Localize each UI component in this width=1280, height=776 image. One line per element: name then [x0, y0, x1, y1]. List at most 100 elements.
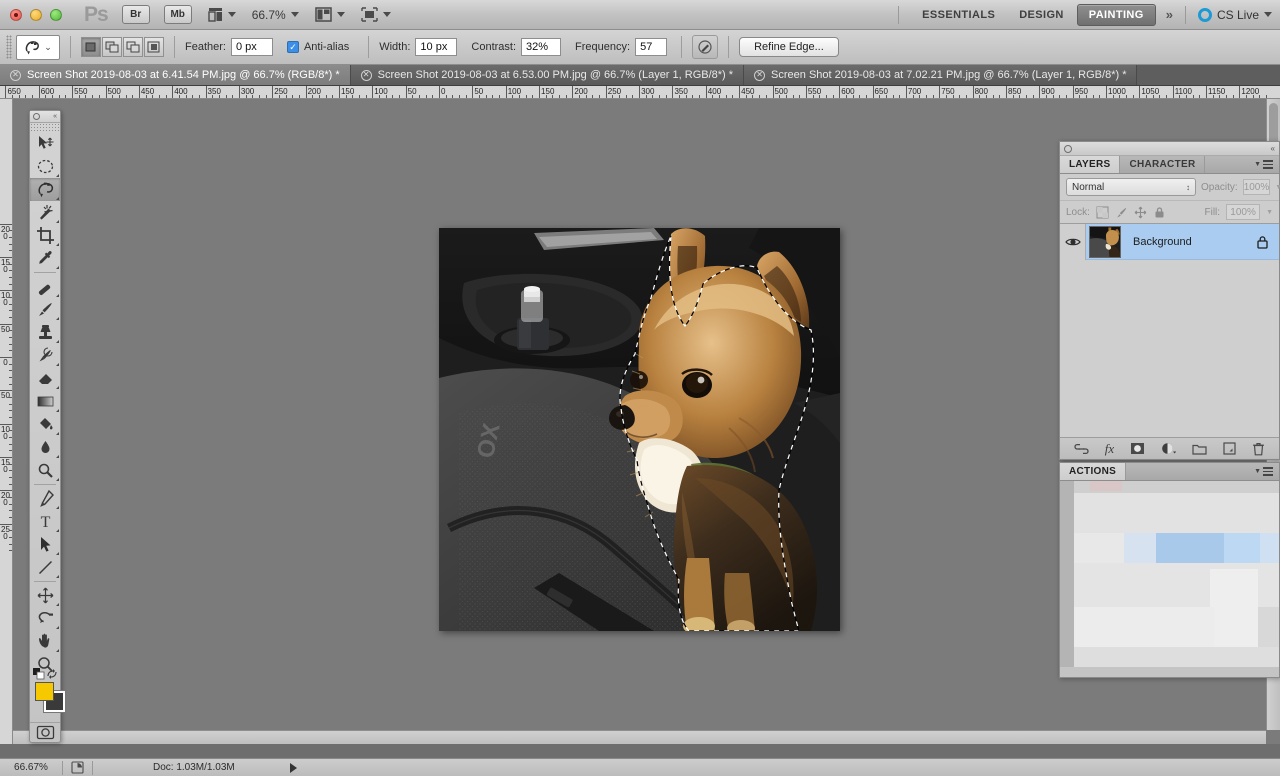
paint-bucket-tool[interactable]	[30, 413, 60, 436]
width-input[interactable]	[415, 38, 458, 56]
feather-input[interactable]	[230, 38, 273, 56]
layer-thumbnail[interactable]	[1089, 225, 1121, 258]
hand-tool[interactable]	[30, 630, 60, 653]
document-tab[interactable]: ✕ Screen Shot 2019-08-03 at 7.02.21 PM.j…	[744, 65, 1138, 85]
foreground-color-swatch[interactable]	[35, 682, 54, 701]
new-group-icon[interactable]	[1192, 443, 1207, 455]
layer-name[interactable]: Background	[1133, 236, 1192, 248]
type-tool[interactable]: T	[30, 510, 60, 533]
stylus-pressure-icon[interactable]	[692, 35, 719, 59]
document-tab[interactable]: ✕ Screen Shot 2019-08-03 at 6.53.00 PM.j…	[350, 65, 745, 85]
workspace-essentials[interactable]: ESSENTIALS	[911, 5, 1006, 25]
layer-style-fx-icon[interactable]: fx	[1105, 441, 1114, 457]
new-adjustment-layer-icon[interactable]	[1161, 442, 1177, 455]
elliptical-marquee-tool[interactable]	[30, 155, 60, 178]
link-layers-icon[interactable]	[1074, 443, 1089, 455]
gradient-tool[interactable]	[30, 390, 60, 413]
quick-mask-toggle[interactable]	[30, 722, 60, 742]
tab-character[interactable]: CHARACTER	[1120, 156, 1206, 173]
add-layer-mask-icon[interactable]	[1130, 442, 1145, 455]
close-icon[interactable]: ✕	[10, 69, 21, 81]
workspace-painting[interactable]: PAINTING	[1076, 3, 1156, 26]
default-colors-icon[interactable]	[33, 668, 45, 680]
fill-slider-caret-icon[interactable]: ▼	[1266, 209, 1273, 216]
tools-panel-grip[interactable]	[30, 123, 60, 132]
view-extras-dropdown[interactable]	[207, 7, 236, 22]
refine-edge-button[interactable]: Refine Edge...	[739, 37, 839, 57]
swap-colors-icon[interactable]	[46, 668, 58, 680]
tool-preset-picker[interactable]: ⌄	[16, 34, 60, 60]
eyedropper-tool[interactable]	[30, 247, 60, 270]
antialias-group[interactable]: ✓ Anti-alias	[286, 41, 354, 53]
opacity-slider-caret-icon[interactable]: ▼	[1275, 184, 1280, 191]
delete-layer-icon[interactable]	[1252, 442, 1265, 456]
more-workspaces-button[interactable]: »	[1158, 7, 1181, 22]
intersect-selection-button[interactable]	[144, 37, 164, 57]
layers-panel-header[interactable]: «	[1060, 142, 1279, 156]
dodge-tool[interactable]	[30, 459, 60, 482]
document-preview-icon[interactable]	[63, 761, 92, 774]
cs-live-button[interactable]: CS Live	[1188, 7, 1272, 22]
panel-collapse-icon[interactable]	[33, 113, 40, 120]
path-selection-tool[interactable]	[30, 533, 60, 556]
workspace-design[interactable]: DESIGN	[1008, 5, 1075, 25]
tools-panel-header[interactable]: «	[30, 111, 60, 123]
launch-mini-bridge-button[interactable]: Mb	[163, 5, 192, 24]
brush-tool[interactable]	[30, 298, 60, 321]
fill-value[interactable]: 100%	[1226, 204, 1261, 220]
close-icon[interactable]: ✕	[754, 69, 766, 81]
line-tool[interactable]	[30, 556, 60, 579]
antialias-checkbox[interactable]: ✓	[286, 41, 299, 53]
clone-stamp-tool[interactable]	[30, 321, 60, 344]
eraser-tool[interactable]	[30, 367, 60, 390]
magic-wand-tool[interactable]	[30, 201, 60, 224]
frequency-input[interactable]	[635, 38, 668, 56]
status-expand-arrow-icon[interactable]	[289, 762, 297, 773]
history-brush-tool[interactable]	[30, 344, 60, 367]
layer-list[interactable]: Background	[1060, 223, 1279, 437]
subtract-from-selection-button[interactable]	[123, 37, 143, 57]
lock-all-icon[interactable]	[1153, 206, 1166, 219]
blur-tool[interactable]	[30, 436, 60, 459]
vertical-ruler[interactable]: 200 150 100 50 0 50 100 150 200 250	[0, 99, 13, 744]
document-canvas[interactable]: OX	[439, 228, 840, 631]
status-zoom-value[interactable]: 66.67%	[0, 762, 62, 773]
magnetic-lasso-tool[interactable]	[30, 178, 60, 201]
tab-actions[interactable]: ACTIONS	[1060, 463, 1127, 480]
layer-row-background[interactable]: Background	[1060, 223, 1279, 260]
close-window-button[interactable]	[10, 8, 22, 21]
pen-tool[interactable]	[30, 487, 60, 510]
3d-orbit-tool[interactable]	[30, 607, 60, 630]
canvas-horizontal-scrollbar[interactable]	[13, 730, 1266, 744]
screen-mode-dropdown[interactable]	[314, 7, 345, 22]
collapse-to-icons-icon[interactable]: «	[1271, 144, 1275, 153]
document-tab[interactable]: ✕ Screen Shot 2019-08-03 at 6.41.54 PM.j…	[0, 65, 351, 85]
launch-bridge-button[interactable]: Br	[121, 5, 150, 24]
actions-selected-row[interactable]	[1156, 533, 1224, 563]
opacity-value[interactable]: 100%	[1242, 179, 1271, 195]
lock-image-pixels-icon[interactable]	[1115, 206, 1128, 219]
lock-position-icon[interactable]	[1134, 206, 1147, 219]
new-layer-icon[interactable]	[1223, 442, 1236, 455]
3d-rotate-tool[interactable]	[30, 584, 60, 607]
new-selection-button[interactable]	[81, 37, 101, 57]
contrast-input[interactable]	[521, 38, 562, 56]
minimize-window-button[interactable]	[30, 8, 42, 21]
tab-layers[interactable]: LAYERS	[1060, 156, 1121, 173]
zoom-level-dropdown[interactable]: 66.7%	[252, 8, 299, 22]
move-tool[interactable]	[30, 132, 60, 155]
close-icon[interactable]: ✕	[360, 69, 372, 81]
layer-visibility-toggle[interactable]	[1060, 223, 1086, 260]
add-to-selection-button[interactable]	[102, 37, 122, 57]
arrange-documents-dropdown[interactable]	[361, 7, 391, 22]
blend-mode-select[interactable]: Normal ↕	[1066, 178, 1196, 196]
lock-transparent-pixels-icon[interactable]	[1096, 206, 1109, 219]
panel-collapse-icon[interactable]	[1064, 144, 1072, 153]
spot-healing-brush-tool[interactable]	[30, 275, 60, 298]
crop-tool[interactable]	[30, 224, 60, 247]
maximize-window-button[interactable]	[50, 8, 62, 21]
horizontal-ruler[interactable]: 650 600 550 500 450 400 350 300 250 200 150 100 50 0 5…	[0, 86, 1280, 99]
layers-panel-menu-button[interactable]: ▼	[1254, 156, 1279, 173]
options-bar-grip[interactable]	[6, 35, 12, 59]
actions-panel-menu-button[interactable]: ▼	[1254, 463, 1279, 480]
